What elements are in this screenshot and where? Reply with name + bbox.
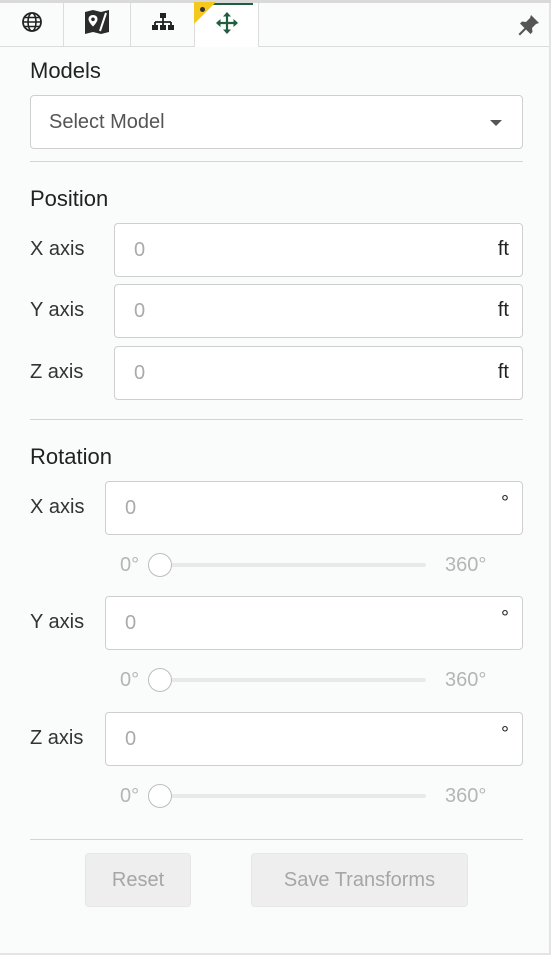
position-z-unit: ft xyxy=(497,361,509,383)
chevron-down-icon xyxy=(490,120,502,126)
position-x-label: X axis xyxy=(30,238,85,260)
pin-icon xyxy=(517,13,541,42)
rotation-x-slider-track[interactable] xyxy=(160,563,426,567)
rotation-y-slider-max: 360° xyxy=(445,669,487,691)
rotation-z-field: ° xyxy=(105,712,523,766)
model-select[interactable]: Select Model xyxy=(30,95,523,149)
position-y-unit: ft xyxy=(497,299,509,321)
rotation-z-slider-min: 0° xyxy=(120,785,140,807)
rotation-x-slider-min: 0° xyxy=(120,554,140,576)
map-marker-icon xyxy=(83,9,111,40)
rotation-y-slider-min: 0° xyxy=(120,669,140,691)
rotation-y-slider-track[interactable] xyxy=(160,678,426,682)
position-z-input[interactable] xyxy=(115,347,522,399)
position-z-field: ft xyxy=(114,346,523,400)
position-x-field: ft xyxy=(114,223,523,277)
rotation-y-label: Y axis xyxy=(30,611,85,633)
transform-panel: Models Select Model Position X axis ft Y… xyxy=(0,0,551,955)
rotation-z-slider-max: 360° xyxy=(445,785,487,807)
notification-badge xyxy=(194,2,216,24)
rotation-x-input[interactable] xyxy=(106,482,522,534)
badge-dot-icon xyxy=(200,7,205,12)
hierarchy-icon xyxy=(151,12,175,37)
divider xyxy=(30,839,523,840)
rotation-z-slider-track[interactable] xyxy=(160,794,426,798)
position-y-label: Y axis xyxy=(30,299,85,321)
rotation-y-unit: ° xyxy=(501,607,509,629)
rotation-z-input[interactable] xyxy=(106,713,522,765)
tab-globe[interactable] xyxy=(0,3,64,46)
position-x-input[interactable] xyxy=(115,224,522,276)
tab-bar xyxy=(0,2,549,49)
rotation-z-slider-thumb[interactable] xyxy=(148,784,172,808)
rotation-y-field: ° xyxy=(105,596,523,650)
tab-move[interactable] xyxy=(194,2,259,47)
model-select-value: Select Model xyxy=(49,110,165,133)
position-y-field: ft xyxy=(114,284,523,338)
tab-hierarchy[interactable] xyxy=(131,3,195,46)
position-y-input[interactable] xyxy=(115,285,522,337)
rotation-x-unit: ° xyxy=(501,492,509,514)
divider xyxy=(30,161,523,162)
save-transforms-button[interactable]: Save Transforms xyxy=(251,853,468,907)
reset-button[interactable]: Reset xyxy=(85,853,191,907)
position-x-unit: ft xyxy=(497,238,509,260)
move-icon xyxy=(215,11,239,40)
rotation-y-input[interactable] xyxy=(106,597,522,649)
rotation-x-slider-thumb[interactable] xyxy=(148,553,172,577)
rotation-x-field: ° xyxy=(105,481,523,535)
tab-map[interactable] xyxy=(64,3,131,46)
position-z-label: Z axis xyxy=(30,361,84,383)
rotation-z-label: Z axis xyxy=(30,727,84,749)
pin-button[interactable] xyxy=(513,6,545,49)
rotation-z-unit: ° xyxy=(501,723,509,745)
position-title: Position xyxy=(30,186,109,211)
rotation-title: Rotation xyxy=(30,444,112,469)
rotation-y-slider-thumb[interactable] xyxy=(148,668,172,692)
rotation-x-label: X axis xyxy=(30,496,85,518)
divider xyxy=(30,419,523,420)
rotation-x-slider-max: 360° xyxy=(445,554,487,576)
globe-icon xyxy=(21,11,43,38)
models-title: Models xyxy=(30,58,101,83)
